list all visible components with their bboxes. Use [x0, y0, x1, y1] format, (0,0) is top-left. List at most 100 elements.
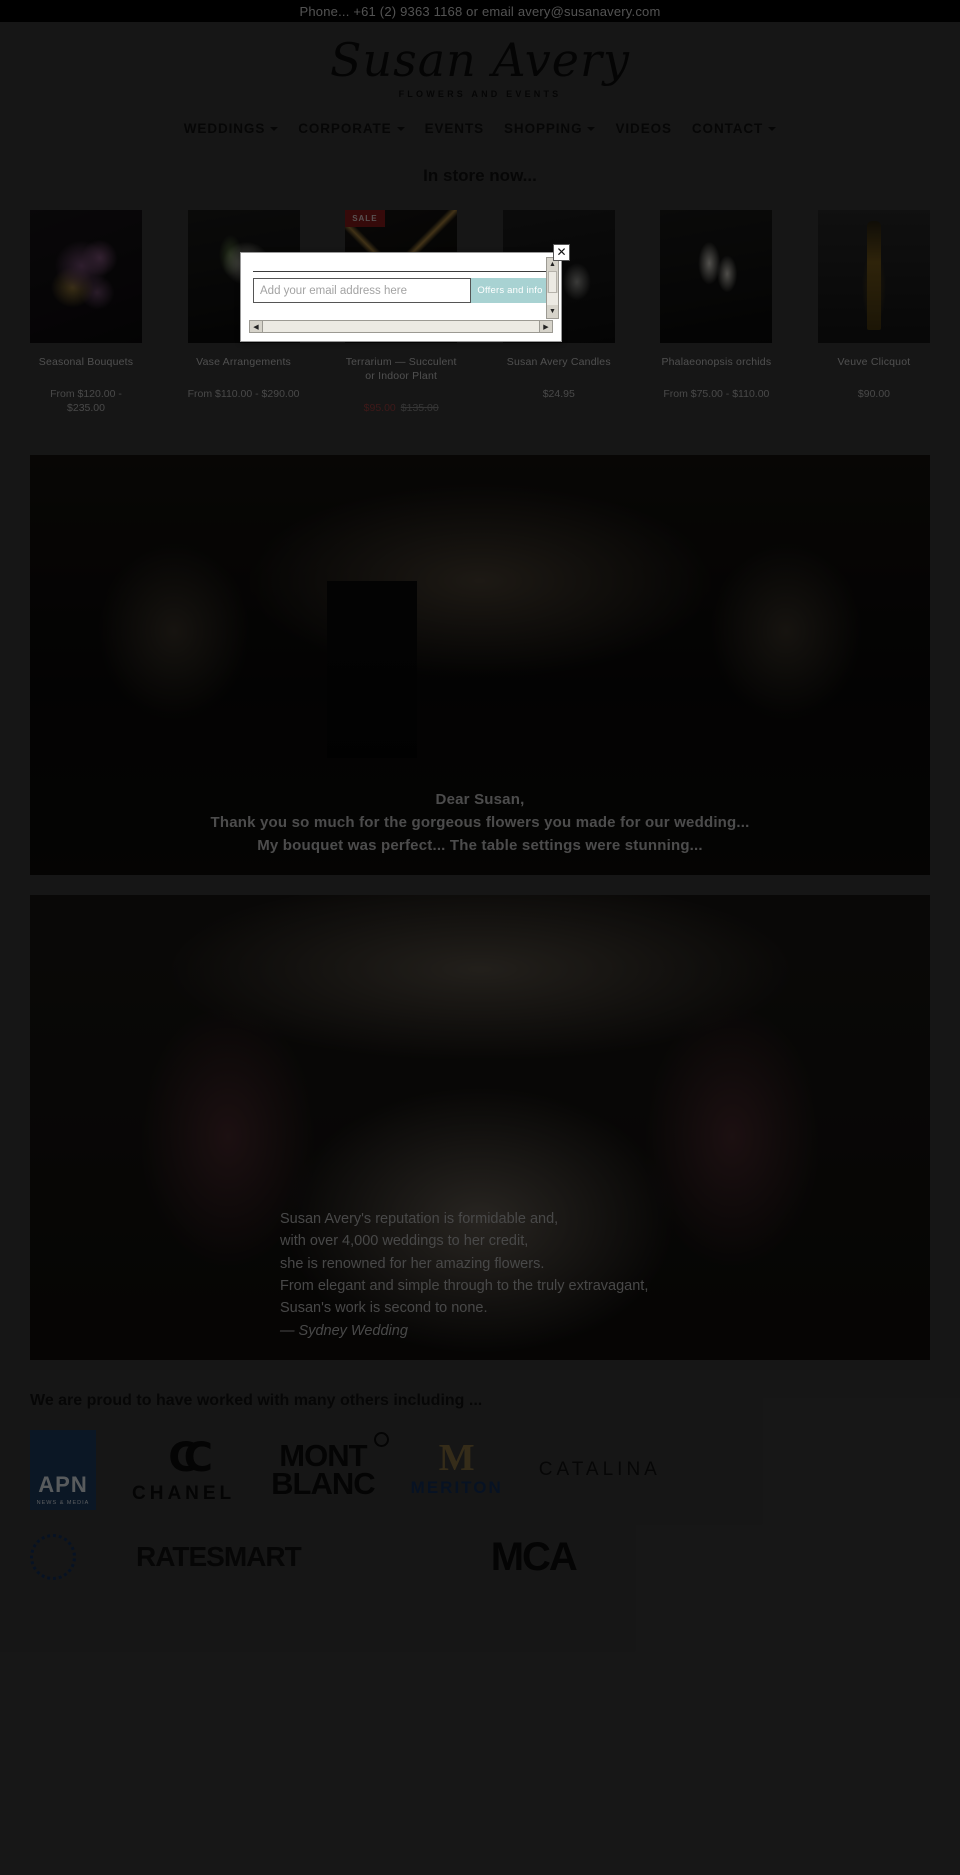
product-sale-price: $95.00	[363, 402, 396, 415]
product-card[interactable]: Phalaeonopsis orchids From $75.00 - $110…	[660, 209, 773, 416]
chanel-monogram-icon: CC	[168, 1435, 213, 1482]
contact-text: Phone... +61 (2) 9363 1168 or email aver…	[299, 3, 661, 19]
scroll-right-icon[interactable]: ▶	[539, 321, 552, 332]
product-price: From $120.00 - $235.00	[50, 388, 122, 415]
partner-logo-catalina: CATALINA	[539, 1459, 661, 1481]
quote-line-2: with over 4,000 weddings to her credit,	[280, 1233, 529, 1250]
quote-line-3: she is renowned for her amazing flowers.	[280, 1255, 545, 1272]
product-thumbnail[interactable]	[660, 209, 773, 343]
product-card[interactable]: Seasonal Bouquets From $120.00 - $235.00	[30, 209, 142, 416]
product-name: Phalaeonopsis orchids	[661, 355, 772, 368]
logo-wordmark: Susan Avery	[330, 33, 630, 87]
partner-logo-row: APN NEWS & MEDIA CC CHANEL MONT BLANC M …	[30, 1430, 930, 1511]
testimonial-line-3: My bouquet was perfect... The table sett…	[257, 837, 703, 855]
nav-label: WEDDINGS	[183, 120, 266, 136]
product-price: $24.95	[542, 388, 575, 401]
modal-horizontal-scrollbar[interactable]: ◀ ▶	[249, 320, 553, 333]
chanel-label: CHANEL	[132, 1483, 236, 1505]
site-logo[interactable]: Susan Avery FLOWERS AND EVENTS	[0, 34, 960, 99]
vertical-scroll-thumb[interactable]	[548, 271, 557, 293]
partner-logo-wreath	[30, 1534, 76, 1581]
partner-logo-mca: MCA	[490, 1534, 578, 1580]
product-price: $90.00	[857, 388, 891, 401]
product-card[interactable]: Veuve Clicquot $90.00	[817, 209, 930, 416]
sale-badge: SALE	[345, 209, 385, 227]
quote-attribution: — Sydney Wedding	[280, 1322, 408, 1339]
montblanc-label-bottom: BLANC	[271, 1466, 375, 1502]
site-header: Susan Avery FLOWERS AND EVENTS WEDDINGS …	[0, 22, 960, 152]
newsletter-form: Offers and info	[253, 278, 549, 303]
chevron-down-icon	[396, 127, 405, 132]
partner-logo-apn: APN NEWS & MEDIA	[30, 1430, 96, 1511]
partner-logo-row-2: RATESMART MCA	[30, 1534, 930, 1581]
nav-item-contact[interactable]: CONTACT	[691, 120, 777, 136]
testimonial-line-1: Dear Susan,	[435, 790, 525, 808]
newsletter-modal[interactable]: ✕ Offers and info ▲ ▼ ◀ ▶	[240, 244, 570, 342]
partner-logo-montblanc: MONT BLANC	[271, 1431, 389, 1502]
nav-label: VIDEOS	[615, 120, 672, 136]
nav-label: EVENTS	[424, 120, 485, 136]
product-price: $95.00 $135.00	[345, 401, 457, 415]
topbar: Phone... +61 (2) 9363 1168 or email aver…	[0, 0, 960, 22]
scroll-left-icon[interactable]: ◀	[250, 321, 263, 332]
nav-item-corporate[interactable]: CORPORATE	[298, 120, 405, 136]
nav-label: CONTACT	[691, 120, 764, 136]
product-price: From $110.00 - $290.00	[187, 388, 300, 401]
close-icon[interactable]: ✕	[553, 244, 570, 261]
meriton-mark-icon: M	[438, 1437, 475, 1480]
mca-label: MCA	[490, 1534, 578, 1579]
product-thumbnail[interactable]	[817, 209, 930, 343]
catalina-label: CATALINA	[538, 1459, 661, 1481]
product-image	[660, 209, 773, 343]
nav-item-shopping[interactable]: SHOPPING	[504, 120, 596, 136]
quote-line-4: From elegant and simple through to the t…	[280, 1278, 649, 1294]
hero-banner-wedding[interactable]: Dear Susan, Thank you so much for the go…	[30, 455, 930, 876]
product-name: Terrarium — Succulent or Indoor Plant	[345, 355, 457, 383]
product-thumbnail[interactable]	[30, 209, 142, 343]
horizontal-scroll-track[interactable]	[263, 321, 539, 332]
nav-item-events[interactable]: EVENTS	[425, 121, 484, 136]
apn-logo-icon: APN NEWS & MEDIA	[30, 1430, 96, 1511]
hero-quote: Susan Avery's reputation is formidable a…	[280, 1208, 648, 1343]
montblanc-star-icon	[373, 1431, 389, 1447]
apn-label: APN	[38, 1472, 88, 1498]
ratesmart-label: RATESMART	[136, 1541, 302, 1573]
product-name: Vase Arrangements	[196, 355, 292, 368]
offers-and-info-button[interactable]: Offers and info	[471, 278, 549, 303]
product-name: Susan Avery Candles	[506, 355, 611, 368]
apn-sublabel: NEWS & MEDIA	[36, 1500, 90, 1507]
product-price: From $75.00 - $110.00	[663, 388, 770, 401]
chevron-down-icon	[587, 127, 596, 132]
chevron-down-icon	[768, 127, 777, 132]
modal-divider	[253, 271, 549, 272]
product-name: Veuve Clicquot	[837, 355, 911, 368]
wreath-icon	[30, 1534, 76, 1581]
vertical-scroll-track[interactable]	[547, 293, 558, 305]
hero-testimonial: Dear Susan, Thank you so much for the go…	[30, 788, 930, 858]
partners-title: We are proud to have worked with many ot…	[30, 1392, 483, 1410]
quote-line-1: Susan Avery's reputation is formidable a…	[280, 1210, 559, 1227]
nav-label: CORPORATE	[298, 120, 392, 136]
testimonial-line-2: Thank you so much for the gorgeous flowe…	[210, 813, 750, 831]
hero-banner-reception[interactable]: Susan Avery's reputation is formidable a…	[30, 895, 930, 1361]
quote-line-5: Susan's work is second to none.	[280, 1300, 488, 1317]
product-image	[30, 209, 142, 343]
in-store-title: In store now...	[423, 165, 537, 185]
nav-item-videos[interactable]: VIDEOS	[615, 121, 671, 136]
partner-logo-meriton: M MERITON	[410, 1437, 503, 1497]
meriton-label: MERITON	[410, 1477, 503, 1497]
page-root: Phone... +61 (2) 9363 1168 or email aver…	[0, 0, 960, 1875]
nav-label: SHOPPING	[504, 120, 583, 136]
modal-vertical-scrollbar[interactable]: ▲ ▼	[546, 257, 559, 319]
partner-logo-ratesmart: RATESMART	[136, 1541, 302, 1573]
product-old-price: $135.00	[400, 402, 439, 415]
main-navigation: WEDDINGS CORPORATE EVENTS SHOPPING VIDEO…	[0, 121, 960, 152]
modal-body: Offers and info	[241, 253, 561, 303]
partners-section: We are proud to have worked with many ot…	[30, 1392, 930, 1581]
chevron-down-icon	[270, 127, 279, 132]
scroll-down-icon[interactable]: ▼	[547, 305, 558, 318]
product-image	[817, 209, 930, 343]
email-input[interactable]	[253, 278, 471, 303]
partner-logo-chanel: CC CHANEL	[132, 1435, 235, 1505]
nav-item-weddings[interactable]: WEDDINGS	[183, 120, 279, 136]
